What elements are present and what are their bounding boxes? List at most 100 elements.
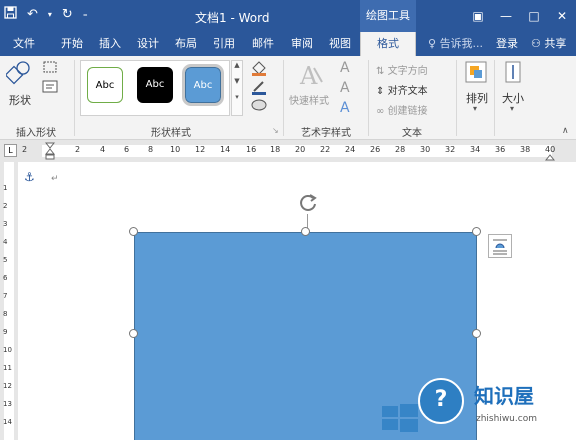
chevron-down-icon[interactable]: ▼ bbox=[232, 77, 242, 85]
watermark-title: 知识屋 bbox=[474, 384, 534, 408]
shapes-icon bbox=[4, 61, 30, 85]
vertical-ruler: 1 2 3 4 5 6 7 8 9 10 11 12 13 14 bbox=[0, 162, 16, 440]
tab-review[interactable]: 审阅 bbox=[286, 32, 318, 56]
tab-references[interactable]: 引用 bbox=[208, 32, 240, 56]
text-effects-icon[interactable]: A bbox=[340, 100, 350, 116]
group-divider bbox=[494, 60, 495, 136]
ruler-number: 2 bbox=[22, 145, 28, 154]
share-button[interactable]: ⚇ 共享 bbox=[531, 32, 566, 56]
chevron-down-icon[interactable]: ▾ bbox=[510, 104, 514, 113]
resize-handle-right[interactable] bbox=[472, 329, 481, 338]
dialog-launcher-icon[interactable]: ↘ bbox=[272, 126, 279, 135]
shape-fill-icon[interactable] bbox=[250, 60, 272, 79]
shape-effects-icon[interactable] bbox=[250, 98, 272, 115]
shape-style-sample[interactable]: Abc bbox=[137, 67, 173, 103]
tab-layout[interactable]: 布局 bbox=[170, 32, 202, 56]
ruler-number: 12 bbox=[195, 145, 206, 154]
group-divider bbox=[456, 60, 457, 136]
customize-icon[interactable]: ₌ bbox=[83, 10, 88, 20]
align-text-icon: ⇕ bbox=[376, 86, 385, 97]
ruler-number: 10 bbox=[3, 346, 12, 354]
redo-icon[interactable]: ↻ bbox=[62, 7, 73, 22]
ruler-number: 20 bbox=[295, 145, 306, 154]
quick-styles-label[interactable]: 快速样式 bbox=[289, 92, 329, 107]
ruler-number: 16 bbox=[246, 145, 257, 154]
chevron-up-icon[interactable]: ▲ bbox=[232, 61, 242, 69]
dropdown-icon[interactable]: ▾ bbox=[48, 10, 52, 19]
align-text-button[interactable]: ⇕ 对齐文本 bbox=[376, 82, 428, 97]
text-direction-icon: ⇅ bbox=[376, 66, 385, 77]
ruler-number: 9 bbox=[3, 328, 8, 336]
drawing-tools-header: 绘图工具 bbox=[360, 0, 416, 32]
ribbon-display-icon[interactable]: ▣ bbox=[464, 0, 492, 32]
ruler-number: 11 bbox=[3, 364, 12, 372]
ruler-number: 5 bbox=[3, 256, 8, 264]
layout-options-icon[interactable] bbox=[488, 234, 512, 258]
ruler-number: 2 bbox=[75, 145, 81, 154]
tab-selector[interactable]: L bbox=[4, 144, 17, 157]
save-icon[interactable] bbox=[4, 6, 17, 23]
wordart-group-label: 艺术字样式 bbox=[301, 128, 351, 139]
paragraph-mark-icon: ↵ bbox=[51, 174, 59, 184]
size-icon[interactable] bbox=[502, 60, 526, 87]
ruler-number: 38 bbox=[520, 145, 531, 154]
windows-logo-icon bbox=[380, 402, 420, 435]
shapes-label[interactable]: 形状 bbox=[9, 92, 31, 108]
collapse-ribbon-icon[interactable]: ∧ bbox=[562, 126, 569, 136]
shape-outline-icon[interactable] bbox=[250, 79, 272, 98]
resize-handle-left[interactable] bbox=[129, 329, 138, 338]
watermark-url: zhishiwu.com bbox=[476, 414, 537, 424]
wordart-quick-styles-icon[interactable]: A bbox=[296, 60, 326, 93]
maximize-icon[interactable]: □ bbox=[520, 0, 548, 32]
tell-me-box[interactable]: ♀ 告诉我... bbox=[428, 32, 483, 56]
ruler-number: 22 bbox=[320, 145, 331, 154]
resize-handle-top-left[interactable] bbox=[129, 227, 138, 236]
ruler-number: 10 bbox=[170, 145, 181, 154]
text-outline-icon[interactable]: A bbox=[340, 80, 350, 96]
text-box-icon[interactable] bbox=[42, 80, 60, 97]
tab-format[interactable]: 格式 bbox=[360, 32, 416, 56]
ruler-number: 1 bbox=[3, 184, 8, 192]
resize-handle-top[interactable] bbox=[301, 227, 310, 236]
window-controls: ▣ — □ ✕ bbox=[464, 0, 576, 32]
ruler-number: 32 bbox=[445, 145, 456, 154]
sign-in-link[interactable]: 登录 bbox=[496, 32, 518, 56]
ruler-number: 8 bbox=[3, 310, 8, 318]
chevron-down-icon[interactable]: ▾ bbox=[473, 104, 477, 113]
ruler-number: 4 bbox=[100, 145, 106, 154]
indent-marker-icon[interactable] bbox=[44, 142, 56, 163]
create-link-button[interactable]: ∞ 创建链接 bbox=[376, 102, 428, 117]
ruler-number: 26 bbox=[370, 145, 381, 154]
edit-shape-icon[interactable] bbox=[42, 60, 60, 79]
tab-view[interactable]: 视图 bbox=[324, 32, 356, 56]
title-bar: ↶ ▾ ↻ ₌ 文档1 - Word 绘图工具 ▣ — □ ✕ bbox=[0, 0, 576, 32]
link-icon: ∞ bbox=[376, 106, 385, 117]
rotate-handle-icon[interactable] bbox=[297, 192, 319, 217]
minimize-icon[interactable]: — bbox=[492, 0, 520, 32]
lightbulb-icon: ♀ bbox=[428, 37, 437, 50]
undo-icon[interactable]: ↶ bbox=[27, 7, 38, 22]
tab-mailings[interactable]: 邮件 bbox=[247, 32, 279, 56]
text-fill-icon[interactable]: A bbox=[340, 60, 350, 76]
text-direction-button[interactable]: ⇅ 文字方向 bbox=[376, 62, 428, 77]
more-icon[interactable]: ▾ bbox=[232, 93, 242, 101]
shape-style-sample[interactable]: Abc bbox=[87, 67, 123, 103]
close-icon[interactable]: ✕ bbox=[548, 0, 576, 32]
shapes-button[interactable] bbox=[4, 60, 32, 89]
ruler-number: 8 bbox=[148, 145, 154, 154]
gallery-scroll[interactable]: ▲ ▼ ▾ bbox=[231, 60, 243, 116]
resize-handle-top-right[interactable] bbox=[472, 227, 481, 236]
horizontal-ruler: L 2 2 4 6 8 10 12 14 16 18 20 22 24 26 2… bbox=[0, 141, 576, 161]
document-title: 文档1 - Word bbox=[195, 11, 270, 25]
arrange-icon[interactable] bbox=[464, 60, 488, 87]
tab-design[interactable]: 设计 bbox=[132, 32, 164, 56]
ruler-number: 6 bbox=[3, 274, 8, 282]
group-divider bbox=[74, 60, 75, 136]
shape-style-sample-selected[interactable]: Abc bbox=[182, 64, 224, 106]
create-link-label: 创建链接 bbox=[387, 106, 428, 117]
ruler-number: 24 bbox=[345, 145, 356, 154]
tab-insert[interactable]: 插入 bbox=[94, 32, 126, 56]
tab-file[interactable]: 文件 bbox=[8, 32, 40, 56]
tab-home[interactable]: 开始 bbox=[56, 32, 88, 56]
ruler-number: 2 bbox=[3, 202, 8, 210]
